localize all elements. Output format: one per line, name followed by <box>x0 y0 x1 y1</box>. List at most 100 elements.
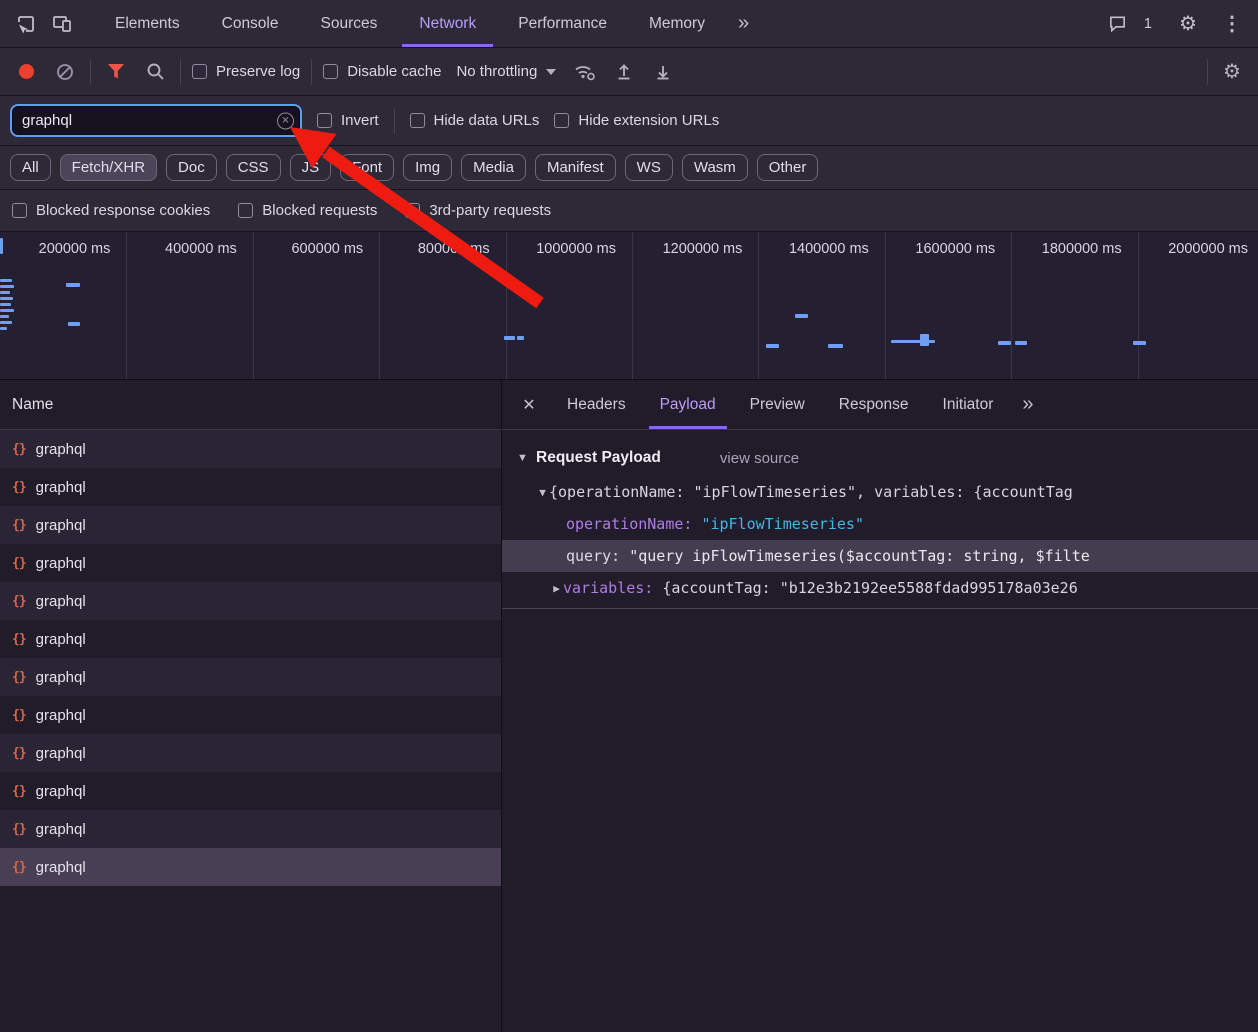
console-messages-icon[interactable] <box>1100 7 1136 41</box>
checkbox-box-icon[interactable] <box>410 113 425 128</box>
panel-tabs: ElementsConsoleSourcesNetworkPerformance… <box>94 0 726 47</box>
filter-chip-doc[interactable]: Doc <box>166 154 217 181</box>
json-braces-icon: {} <box>12 670 26 685</box>
network-filter-input[interactable] <box>10 104 302 137</box>
view-source-link[interactable]: view source <box>720 450 799 467</box>
collapse-triangle-icon[interactable] <box>536 486 549 499</box>
detail-tab-payload[interactable]: Payload <box>643 380 733 429</box>
timeline-gridline <box>1138 232 1139 379</box>
operation-name-row[interactable]: operationName: "ipFlowTimeseries" <box>502 508 1258 540</box>
filter-chip-img[interactable]: Img <box>403 154 452 181</box>
export-har-icon[interactable] <box>649 58 677 86</box>
settings-gear-icon[interactable] <box>1170 7 1206 41</box>
close-icon[interactable] <box>508 395 550 415</box>
tab-memory[interactable]: Memory <box>628 0 726 47</box>
hide-data-urls-checkbox[interactable]: Hide data URLs <box>410 112 540 129</box>
preserve-log-label: Preserve log <box>216 63 300 80</box>
payload-summary-row[interactable]: {operationName: "ipFlowTimeseries", vari… <box>502 476 1258 508</box>
throttling-dropdown[interactable]: No throttling <box>452 63 560 80</box>
filter-chip-all[interactable]: All <box>10 154 51 181</box>
name-column-header[interactable]: Name <box>0 380 501 430</box>
request-payload-title: Request Payload <box>536 449 661 467</box>
kebab-menu-icon[interactable] <box>1214 7 1250 41</box>
variables-row[interactable]: variables: {accountTag: "b12e3b2192ee558… <box>502 572 1258 604</box>
request-row[interactable]: {}graphql <box>0 430 501 468</box>
filter-chip-font[interactable]: Font <box>340 154 394 181</box>
tab-console[interactable]: Console <box>201 0 300 47</box>
json-braces-icon: {} <box>12 632 26 647</box>
request-row[interactable]: {}graphql <box>0 544 501 582</box>
detail-tab-response[interactable]: Response <box>822 380 926 429</box>
request-row[interactable]: {}graphql <box>0 734 501 772</box>
json-braces-icon: {} <box>12 480 26 495</box>
checkbox-box-icon[interactable] <box>317 113 332 128</box>
message-count[interactable]: 1 <box>1144 16 1152 32</box>
filter-funnel-icon[interactable] <box>102 58 130 86</box>
inspect-element-icon[interactable] <box>8 7 44 41</box>
filter-chip-fetch-xhr[interactable]: Fetch/XHR <box>60 154 157 181</box>
waterfall-bar <box>517 336 524 340</box>
detail-tab-preview[interactable]: Preview <box>733 380 822 429</box>
invert-checkbox[interactable]: Invert <box>317 112 379 129</box>
network-settings-gear-icon[interactable] <box>1218 58 1246 86</box>
request-row[interactable]: {}graphql <box>0 582 501 620</box>
request-row[interactable]: {}graphql <box>0 772 501 810</box>
checkbox-box-icon[interactable] <box>238 203 253 218</box>
property-key: query: <box>566 547 620 565</box>
checkbox-box-icon[interactable] <box>12 203 27 218</box>
request-row[interactable]: {}graphql <box>0 696 501 734</box>
tab-elements[interactable]: Elements <box>94 0 201 47</box>
waterfall-bar <box>1133 341 1146 345</box>
more-detail-tabs-icon[interactable] <box>1010 393 1045 416</box>
checkbox-box-icon[interactable] <box>192 64 207 79</box>
tab-network[interactable]: Network <box>398 0 497 47</box>
checkbox-box-icon[interactable] <box>323 64 338 79</box>
request-row[interactable]: {}graphql <box>0 848 501 886</box>
request-row[interactable]: {}graphql <box>0 658 501 696</box>
record-network-log-icon[interactable] <box>12 58 40 86</box>
expand-triangle-icon[interactable] <box>550 582 563 595</box>
preserve-log-checkbox[interactable]: Preserve log <box>192 63 300 80</box>
network-main: Name {}graphql{}graphql{}graphql{}graphq… <box>0 380 1258 1032</box>
device-toolbar-icon[interactable] <box>44 7 80 41</box>
waterfall-bar <box>0 279 12 282</box>
divider <box>180 59 181 85</box>
hide-extension-urls-checkbox[interactable]: Hide extension URLs <box>554 112 719 129</box>
filter-chip-css[interactable]: CSS <box>226 154 281 181</box>
filter-chip-other[interactable]: Other <box>757 154 819 181</box>
filter-chip-wasm[interactable]: Wasm <box>682 154 748 181</box>
disable-cache-checkbox[interactable]: Disable cache <box>323 63 441 80</box>
tab-sources[interactable]: Sources <box>300 0 399 47</box>
search-icon[interactable] <box>141 58 169 86</box>
filter-chip-js[interactable]: JS <box>290 154 332 181</box>
tab-performance[interactable]: Performance <box>497 0 628 47</box>
checkbox-box-icon[interactable] <box>554 113 569 128</box>
checkbox-3rd-party-requests[interactable]: 3rd-party requests <box>405 202 551 219</box>
filter-chip-ws[interactable]: WS <box>625 154 673 181</box>
checkbox-box-icon[interactable] <box>405 203 420 218</box>
clear-network-log-icon[interactable] <box>51 58 79 86</box>
request-row[interactable]: {}graphql <box>0 468 501 506</box>
request-row[interactable]: {}graphql <box>0 506 501 544</box>
checkbox-blocked-requests[interactable]: Blocked requests <box>238 202 377 219</box>
timeline-gridline <box>506 232 507 379</box>
request-name: graphql <box>36 631 86 648</box>
collapse-triangle-icon[interactable] <box>516 452 529 464</box>
waterfall-bar <box>795 314 808 318</box>
filter-chip-media[interactable]: Media <box>461 154 526 181</box>
waterfall-bar <box>0 321 12 324</box>
import-har-icon[interactable] <box>610 58 638 86</box>
network-overview-timeline[interactable]: 200000 ms400000 ms600000 ms800000 ms1000… <box>0 232 1258 380</box>
request-payload-section: Request Payload view source <box>502 440 1258 476</box>
more-panels-icon[interactable] <box>726 12 761 35</box>
filter-chip-manifest[interactable]: Manifest <box>535 154 616 181</box>
request-row[interactable]: {} graphql <box>0 620 501 658</box>
detail-tab-initiator[interactable]: Initiator <box>926 380 1011 429</box>
detail-tab-headers[interactable]: Headers <box>550 380 643 429</box>
clear-filter-icon[interactable] <box>277 112 294 129</box>
query-row[interactable]: query: "query ipFlowTimeseries($accountT… <box>502 540 1258 572</box>
request-row[interactable]: {}graphql <box>0 810 501 848</box>
network-conditions-icon[interactable] <box>571 58 599 86</box>
hide-extension-urls-label: Hide extension URLs <box>578 112 719 129</box>
checkbox-blocked-response-cookies[interactable]: Blocked response cookies <box>12 202 210 219</box>
